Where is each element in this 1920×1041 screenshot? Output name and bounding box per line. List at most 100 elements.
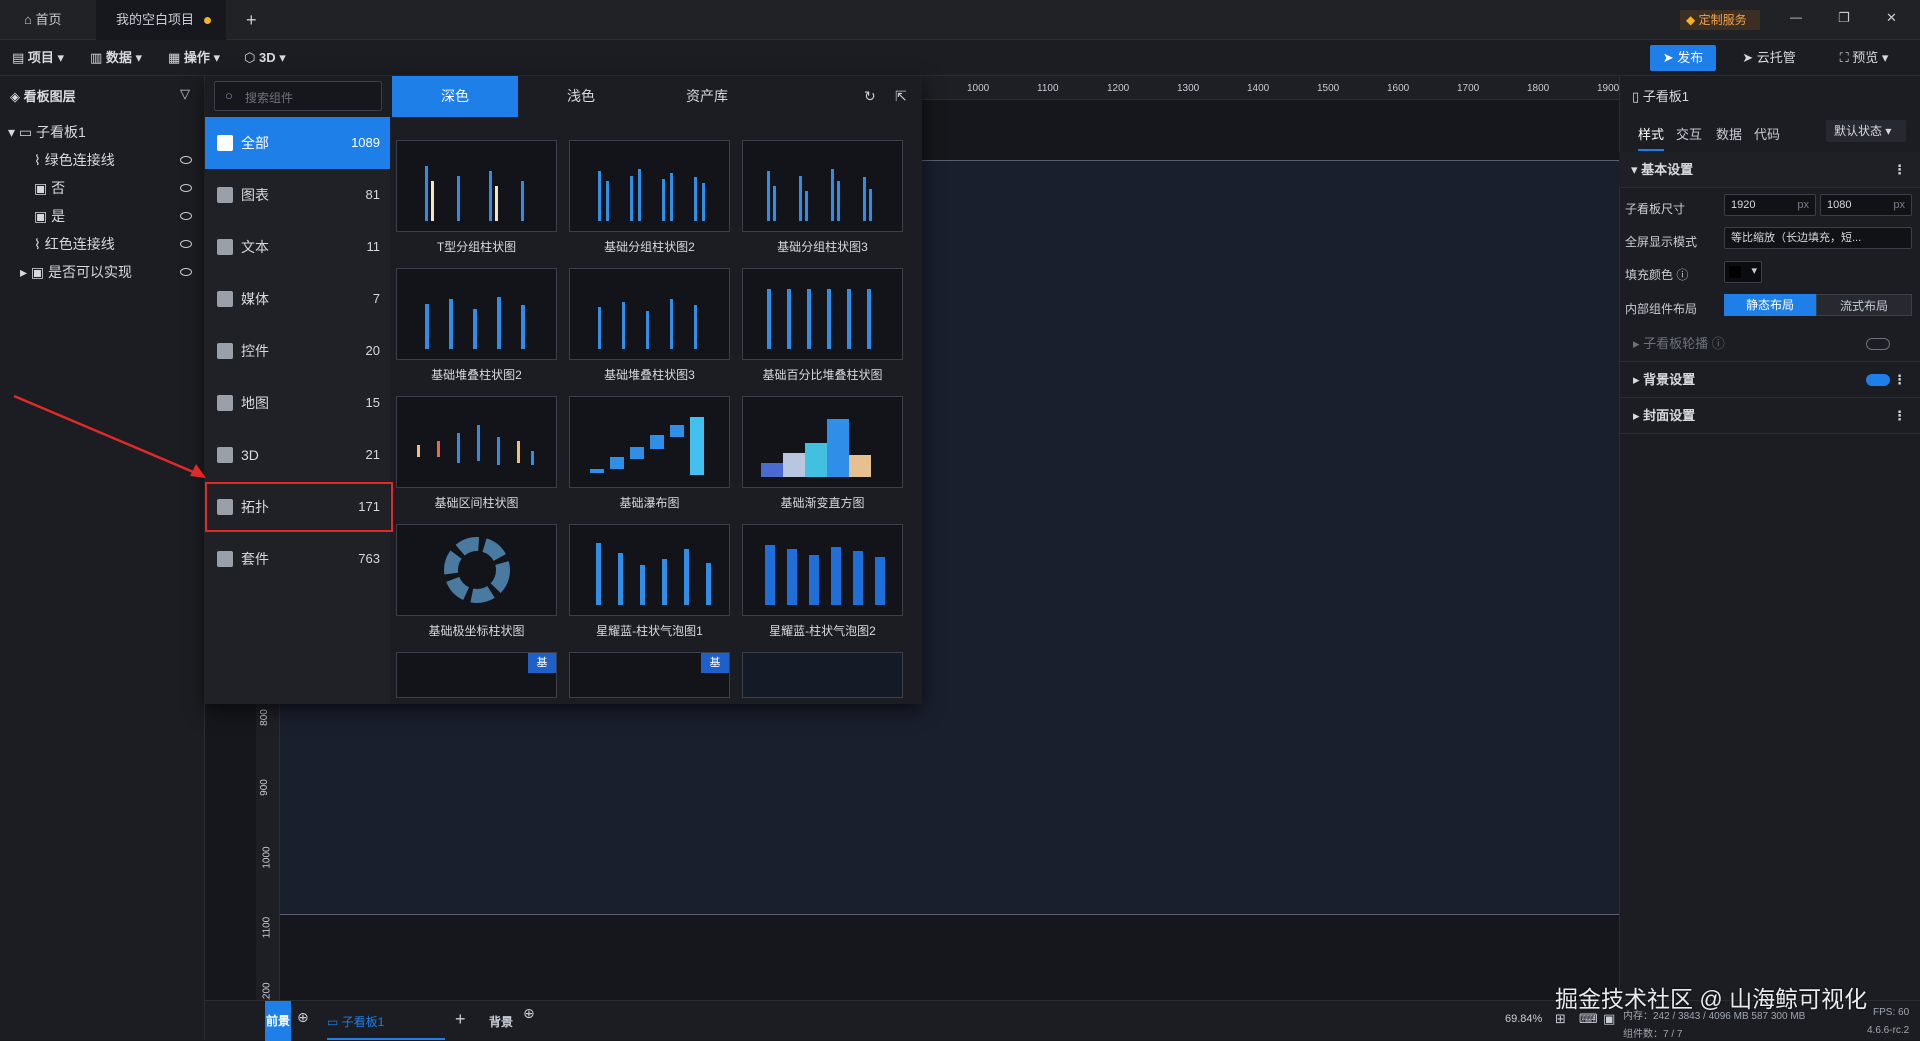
- eye-icon[interactable]: [180, 212, 192, 220]
- tab-interaction[interactable]: 交互: [1676, 124, 1702, 143]
- add-circle-icon[interactable]: ⊕: [297, 1009, 309, 1026]
- component-card[interactable]: 基础百分比堆叠柱状图: [742, 268, 903, 383]
- percent-bar-thumbnail: [767, 289, 871, 349]
- category-media[interactable]: 媒体 7: [205, 273, 390, 325]
- menu-project[interactable]: ▤ 项目 ▾: [12, 40, 64, 76]
- tab-assets[interactable]: 资产库: [644, 76, 770, 117]
- menu-operation[interactable]: ▦ 操作 ▾: [168, 40, 220, 76]
- layout-static-button[interactable]: 静态布局: [1724, 294, 1816, 316]
- width-input[interactable]: 1920 px: [1724, 194, 1816, 216]
- tab-project[interactable]: 我的空白项目: [96, 0, 226, 40]
- eye-icon[interactable]: [180, 268, 192, 276]
- control-icon: [217, 343, 233, 359]
- filter-icon[interactable]: ▽: [180, 86, 190, 102]
- component-card[interactable]: 基础渐变直方图: [742, 396, 903, 511]
- refresh-icon[interactable]: ↻: [864, 88, 876, 105]
- search-input[interactable]: ○ 搜索组件: [214, 81, 382, 111]
- component-card[interactable]: T型分组柱状图: [396, 140, 557, 255]
- component-card[interactable]: 基础区间柱状图: [396, 396, 557, 511]
- section-cover[interactable]: ▸ 封面设置 ⋮: [1619, 398, 1920, 434]
- menu-3d[interactable]: ⬡ 3D ▾: [244, 40, 286, 76]
- tab-light[interactable]: 浅色: [518, 76, 644, 117]
- category-3d[interactable]: 3D 21: [205, 429, 390, 481]
- category-count: 20: [365, 343, 380, 358]
- section-basic[interactable]: ▾ 基本设置 ⋮: [1619, 152, 1920, 188]
- layer-item[interactable]: ⌇ 绿色连接线: [0, 146, 205, 174]
- height-unit: px: [1893, 199, 1905, 211]
- category-all[interactable]: 全部 1089: [205, 117, 390, 169]
- zoom-level[interactable]: 69.84%: [1505, 1013, 1542, 1025]
- fill-color-picker[interactable]: ▾: [1724, 261, 1762, 283]
- polar-bar-thumbnail: [444, 537, 510, 603]
- popout-icon[interactable]: ⇱: [895, 88, 907, 105]
- layer-item-label: 绿色连接线: [44, 152, 115, 168]
- add-tab-button[interactable]: +: [246, 0, 266, 40]
- tab-home[interactable]: ⌂ 首页: [14, 0, 84, 40]
- component-card[interactable]: 基础瀑布图: [569, 396, 730, 511]
- restore-button[interactable]: ❐: [1838, 10, 1850, 26]
- section-background[interactable]: ▸ 背景设置 ⋮: [1619, 362, 1920, 398]
- component-thumbnail: [569, 396, 730, 488]
- fullscreen-select[interactable]: 等比缩放（长边填充，短...: [1724, 227, 1912, 249]
- component-card[interactable]: 基础堆叠柱状图2: [396, 268, 557, 383]
- component-card[interactable]: 星耀蓝-柱状气泡图1: [569, 524, 730, 639]
- eye-icon[interactable]: [180, 184, 192, 192]
- cube-icon: [217, 447, 233, 463]
- layer-item[interactable]: ▣ 否: [0, 174, 205, 202]
- category-count: 81: [365, 187, 380, 202]
- sub-board-tab[interactable]: ▭ 子看板1: [327, 1013, 445, 1040]
- component-card[interactable]: 基础堆叠柱状图3: [569, 268, 730, 383]
- minimize-button[interactable]: —: [1790, 10, 1802, 24]
- tab-dark[interactable]: 深色: [392, 76, 518, 117]
- fill-label: 填充颜色: [1625, 268, 1674, 282]
- component-card[interactable]: 基础极坐标柱状图: [396, 524, 557, 639]
- category-control[interactable]: 控件 20: [205, 325, 390, 377]
- background-toggle[interactable]: [1866, 374, 1890, 386]
- eye-icon[interactable]: [180, 156, 192, 164]
- tab-style[interactable]: 样式: [1638, 124, 1665, 151]
- layer-item[interactable]: ▣ 是: [0, 202, 205, 230]
- component-card[interactable]: [742, 652, 903, 698]
- category-count: 7: [372, 291, 380, 306]
- layer-root[interactable]: ▾ ▭ 子看板1: [0, 118, 205, 146]
- custom-service-button[interactable]: ◆ 定制服务: [1680, 10, 1760, 30]
- component-card[interactable]: 星耀蓝-柱状气泡图2: [742, 524, 903, 639]
- tab-code[interactable]: 代码: [1754, 124, 1780, 143]
- background-tab[interactable]: 背景: [489, 1013, 513, 1030]
- layer-item[interactable]: ▸ ▣ 是否可以实现: [0, 258, 205, 286]
- more-icon[interactable]: ⋮: [1893, 152, 1906, 188]
- carousel-toggle[interactable]: [1866, 338, 1890, 350]
- close-button[interactable]: ✕: [1886, 10, 1897, 26]
- preview-button[interactable]: ⛶ 预览 ▾: [1824, 45, 1904, 71]
- state-select[interactable]: 默认状态 ▾: [1826, 120, 1906, 142]
- component-card[interactable]: 基: [396, 652, 557, 698]
- more-icon[interactable]: ⋮: [1893, 398, 1906, 434]
- layout-flow-button[interactable]: 流式布局: [1816, 294, 1912, 316]
- layer-item[interactable]: ⌇ 红色连接线: [0, 230, 205, 258]
- add-board-button[interactable]: +: [455, 1009, 466, 1030]
- height-input[interactable]: 1080 px: [1820, 194, 1912, 216]
- ruler-tick: 1500: [1317, 83, 1340, 94]
- section-carousel[interactable]: ▸ 子看板轮播 ⓘ: [1619, 326, 1920, 362]
- component-card[interactable]: 基: [569, 652, 730, 698]
- help-icon[interactable]: ⓘ: [1712, 336, 1725, 351]
- category-count: 1089: [351, 135, 380, 150]
- cloud-label: 云托管: [1756, 50, 1796, 65]
- category-kit[interactable]: 套件 763: [205, 533, 390, 585]
- category-chart[interactable]: 图表 81: [205, 169, 390, 221]
- eye-icon[interactable]: [180, 240, 192, 248]
- category-text[interactable]: 文本 11: [205, 221, 390, 273]
- ruler-tick: 1000: [261, 846, 273, 869]
- menu-data[interactable]: ▥ 数据 ▾: [90, 40, 142, 76]
- add-circle-icon[interactable]: ⊕: [523, 1005, 535, 1022]
- cloud-hosting-button[interactable]: ➤ 云托管: [1736, 45, 1802, 71]
- category-map[interactable]: 地图 15: [205, 377, 390, 429]
- help-icon[interactable]: ⓘ: [1676, 268, 1688, 282]
- component-card[interactable]: 基础分组柱状图2: [569, 140, 730, 255]
- publish-button[interactable]: ➤ 发布: [1650, 45, 1716, 71]
- foreground-tab[interactable]: 前景: [265, 1001, 291, 1041]
- component-card[interactable]: 基础分组柱状图3: [742, 140, 903, 255]
- more-icon[interactable]: ⋮: [1893, 362, 1906, 398]
- component-name: 基础堆叠柱状图2: [431, 368, 522, 382]
- tab-data[interactable]: 数据: [1716, 124, 1742, 143]
